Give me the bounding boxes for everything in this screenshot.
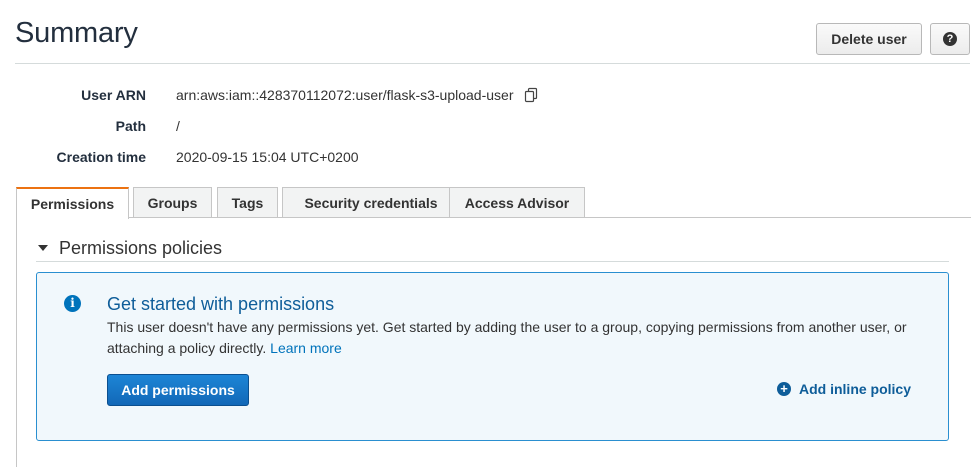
tab-security-credentials[interactable]: Security credentials — [282, 187, 460, 218]
creation-time-value: 2020-09-15 15:04 UTC+0200 — [176, 149, 359, 165]
plus-circle-icon: + — [777, 382, 791, 396]
learn-more-link[interactable]: Learn more — [270, 340, 342, 356]
help-icon: ? — [943, 32, 957, 46]
info-title: Get started with permissions — [107, 294, 335, 314]
tab-access-advisor[interactable]: Access Advisor — [449, 187, 585, 218]
meta-row-user-arn: User ARN arn:aws:iam::428370112072:user/… — [0, 87, 700, 107]
meta-label: Path — [115, 118, 146, 134]
header-divider — [15, 63, 970, 64]
permissions-policies-toggle[interactable]: Permissions policies — [38, 235, 222, 261]
caret-down-icon — [38, 245, 48, 251]
page-title: Summary — [15, 17, 138, 49]
section-divider — [36, 261, 949, 262]
user-arn-value: arn:aws:iam::428370112072:user/flask-s3-… — [176, 87, 514, 103]
tab-permissions[interactable]: Permissions — [16, 187, 129, 219]
section-title: Permissions policies — [59, 237, 223, 258]
add-permissions-button[interactable]: Add permissions — [107, 374, 249, 406]
info-text: This user doesn't have any permissions y… — [107, 317, 947, 359]
path-value: / — [176, 118, 180, 134]
tab-tags[interactable]: Tags — [217, 187, 278, 218]
add-inline-policy-link[interactable]: + Add inline policy — [777, 381, 911, 397]
meta-row-path: Path / — [0, 118, 700, 138]
info-body: This user doesn't have any permissions y… — [107, 319, 907, 356]
help-button[interactable]: ? — [930, 23, 970, 55]
copy-icon[interactable] — [523, 87, 539, 103]
tab-groups[interactable]: Groups — [133, 187, 212, 218]
info-icon: i — [64, 295, 81, 312]
meta-label: Creation time — [56, 149, 146, 165]
meta-row-creation-time: Creation time 2020-09-15 15:04 UTC+0200 — [0, 149, 700, 169]
delete-user-button[interactable]: Delete user — [816, 23, 922, 55]
add-inline-policy-label: Add inline policy — [799, 381, 912, 397]
meta-label: User ARN — [81, 87, 146, 103]
